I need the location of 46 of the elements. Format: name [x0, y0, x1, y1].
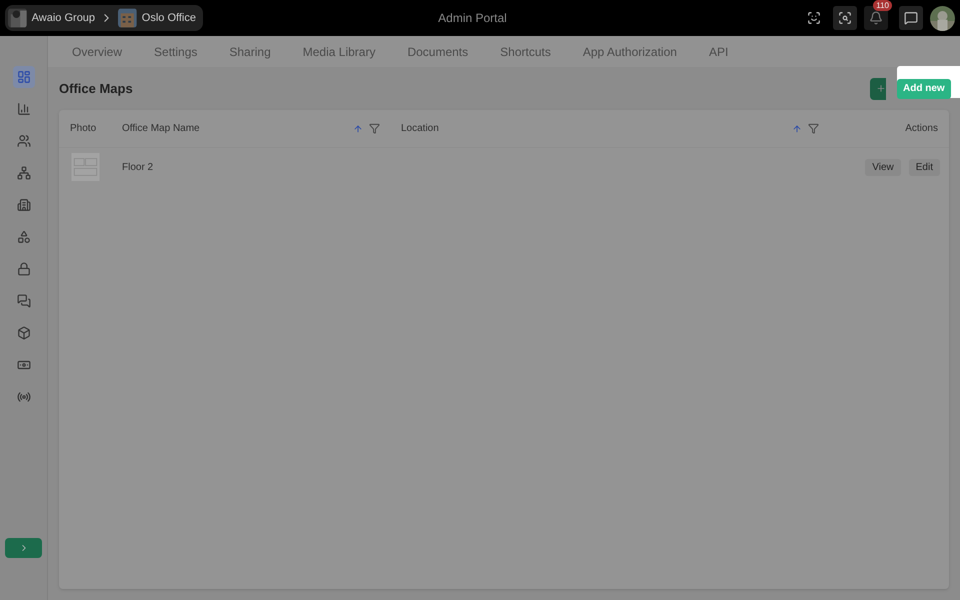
tab[interactable]: Sharing — [229, 42, 271, 60]
sidebar-item[interactable] — [12, 66, 34, 88]
tab[interactable]: App Authorization — [582, 42, 677, 60]
team-icon — [16, 166, 30, 180]
buildings-icon — [16, 198, 30, 212]
dashboard-icon — [16, 70, 30, 84]
page-title: Office Maps — [59, 80, 133, 98]
tab[interactable]: Shortcuts — [500, 42, 551, 60]
app-title: Admin Portal — [438, 10, 507, 27]
broadcast-icon — [16, 390, 30, 404]
chat-icon — [16, 294, 30, 308]
lock-icon — [16, 262, 30, 276]
column-header: Photo — [70, 122, 96, 136]
search-icon — [838, 11, 852, 25]
column-header: Office Map Name — [122, 122, 200, 136]
messages-button[interactable] — [899, 6, 923, 30]
filter-icon[interactable] — [808, 123, 819, 134]
table-row[interactable]: Floor 2 View Edit — [59, 148, 949, 186]
tab[interactable]: Media Library — [302, 42, 376, 60]
table-cell: Floor 2 — [122, 162, 154, 172]
filter-icon[interactable] — [369, 123, 380, 134]
bell-icon — [869, 11, 883, 25]
action-button[interactable]: View — [865, 158, 901, 176]
banknote-icon — [16, 358, 30, 372]
face-scan-icon[interactable] — [807, 11, 821, 25]
bar-chart-icon — [16, 102, 30, 116]
sort-icon[interactable] — [792, 124, 802, 134]
notification-badge: 110 — [873, 0, 892, 11]
message-icon — [904, 11, 918, 25]
sort-icon[interactable] — [353, 124, 363, 134]
users-icon — [16, 134, 30, 148]
column-header: Actions — [905, 122, 938, 136]
tab[interactable]: Settings — [154, 42, 198, 60]
box-icon — [16, 326, 30, 340]
tab[interactable]: Documents — [407, 42, 468, 60]
breadcrumb-link[interactable]: Oslo Office — [142, 10, 196, 26]
action-button[interactable]: Edit — [908, 158, 940, 176]
add-new-button[interactable]: Add new — [897, 78, 951, 98]
search-button[interactable] — [833, 6, 857, 30]
plus-icon — [876, 83, 886, 94]
column-header: Location — [401, 122, 439, 136]
breadcrumb-link[interactable]: Awaio Group — [32, 10, 96, 26]
avatar[interactable] — [930, 6, 955, 30]
tab[interactable]: API — [708, 42, 728, 60]
shapes-icon — [16, 230, 30, 244]
tab[interactable]: Overview — [72, 42, 122, 60]
